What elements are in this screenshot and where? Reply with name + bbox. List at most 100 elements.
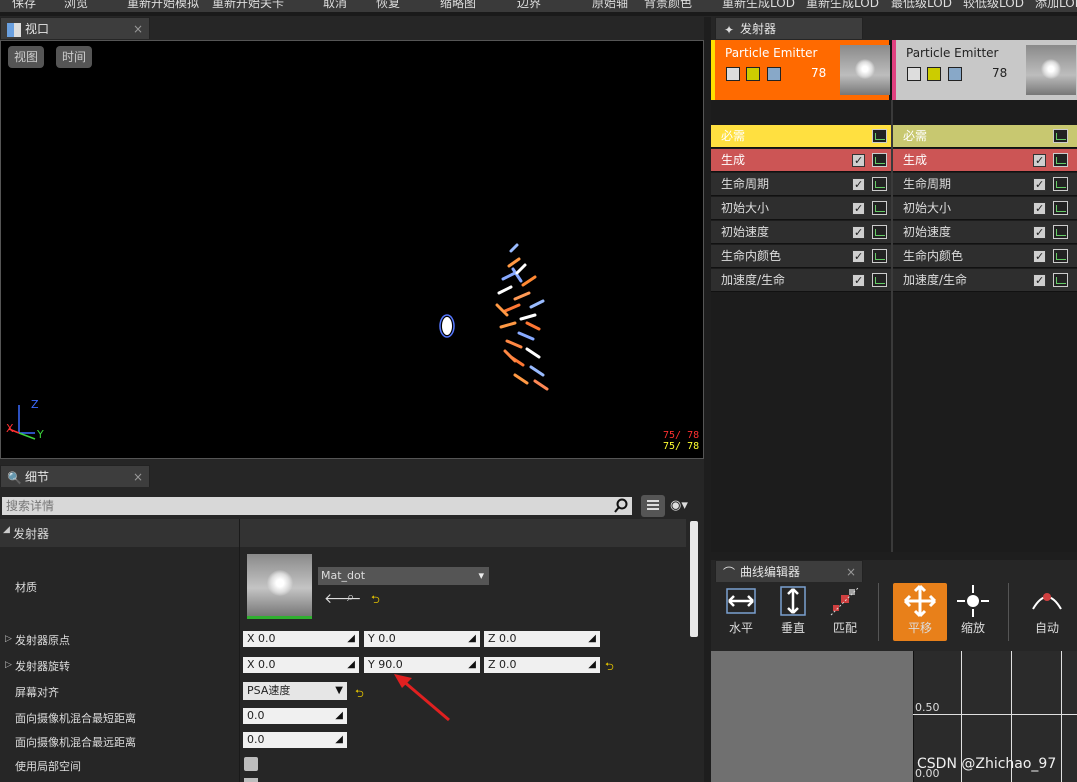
module-accel-over-life[interactable]: 加速度/生命 (711, 269, 891, 292)
module-initial-velocity[interactable]: 初始速度 (711, 221, 891, 244)
auto-button[interactable]: 自动 (1020, 583, 1074, 641)
tab-emitters[interactable]: ✦ 发射器 (715, 17, 863, 39)
toolbar-origin-axis[interactable]: 原始轴 (592, 0, 628, 11)
material-thumbnail[interactable] (247, 554, 312, 619)
solo-icon[interactable] (767, 67, 781, 81)
module-spawn[interactable]: 生成 (893, 149, 1077, 172)
module-checkbox[interactable] (852, 245, 865, 268)
module-checkbox[interactable] (1033, 173, 1046, 196)
module-initial-size[interactable]: 初始大小 (893, 197, 1077, 220)
eye-icon[interactable]: ◉▾ (670, 498, 688, 513)
browse-search-icon[interactable]: ⌕ (347, 590, 354, 605)
close-icon[interactable]: × (133, 18, 143, 40)
viewport[interactable]: 视图 时间 Z X Y 75/ 78 75/ 78 (0, 40, 704, 459)
origin-y-field[interactable]: Y 0.0 ◢ (364, 631, 480, 647)
emitter-card[interactable]: Particle Emitter 78 (711, 40, 890, 100)
render-mode-icon[interactable] (746, 67, 760, 81)
toolbar-regen-lod-1[interactable]: 重新生成LOD (722, 0, 795, 11)
graph-icon[interactable] (872, 129, 887, 143)
fit-vertical-button[interactable]: 垂直 (766, 583, 820, 641)
tab-details[interactable]: 🔍 细节 × (0, 465, 150, 487)
min-distance-field[interactable]: 0.0 ◢ (243, 708, 347, 724)
fit-button[interactable]: 匹配 (818, 583, 872, 641)
origin-x-field[interactable]: X 0.0 ◢ (243, 631, 359, 647)
graph-icon[interactable] (1053, 153, 1068, 167)
toolbar-bounds[interactable]: 边界 (517, 0, 541, 11)
solo-icon[interactable] (948, 67, 962, 81)
module-checkbox[interactable] (852, 269, 865, 292)
rotation-x-field[interactable]: X 0.0 ◢ (243, 657, 359, 673)
toolbar-regen-lod-2[interactable]: 重新生成LOD (806, 0, 879, 11)
module-initial-size[interactable]: 初始大小 (711, 197, 891, 220)
toolbar-restart-sim[interactable]: 重新开始模拟 (127, 0, 199, 11)
toolbar-lower-lod[interactable]: 较低级LOD (963, 0, 1024, 11)
toolbar-lowest-lod[interactable]: 最低级LOD (891, 0, 952, 11)
module-checkbox[interactable] (1033, 149, 1046, 172)
module-checkbox[interactable] (1033, 245, 1046, 268)
view-options-button[interactable] (641, 495, 665, 517)
zoom-button[interactable]: 缩放 (946, 583, 1000, 641)
enable-checkbox[interactable] (907, 67, 921, 81)
local-space-checkbox[interactable] (244, 757, 258, 771)
reset-icon[interactable]: ⮌ (605, 658, 614, 677)
module-checkbox[interactable] (1033, 197, 1046, 220)
module-color-over-life[interactable]: 生命内颜色 (893, 245, 1077, 268)
toolbar-restart-level[interactable]: 重新开始关卡 (212, 0, 284, 11)
view-button[interactable]: 视图 (8, 46, 45, 68)
module-required[interactable]: 必需 (893, 125, 1077, 148)
toolbar-save[interactable]: 保存 (12, 0, 36, 11)
screen-align-dropdown[interactable]: PSA速度 ▼ (243, 682, 347, 700)
module-lifetime[interactable]: 生命周期 (893, 173, 1077, 196)
toolbar-bg-color[interactable]: 背景颜色 (644, 0, 692, 11)
graph-icon[interactable] (872, 249, 887, 263)
vertical-splitter[interactable] (704, 17, 711, 782)
reset-icon[interactable]: ⮌ (355, 685, 364, 704)
collapse-arrow-icon[interactable]: ◢ (3, 525, 10, 535)
material-dropdown[interactable]: Mat_dot ▾ (318, 567, 489, 585)
pan-button[interactable]: 平移 (893, 583, 947, 641)
graph-icon[interactable] (1053, 249, 1068, 263)
graph-icon[interactable] (1053, 273, 1068, 287)
tab-curve-editor[interactable]: ⌒ 曲线编辑器 × (715, 560, 863, 582)
rotation-y-field[interactable]: Y 90.0 ◢ (364, 657, 480, 673)
graph-icon[interactable] (1053, 177, 1068, 191)
graph-icon[interactable] (872, 177, 887, 191)
next-checkbox[interactable] (244, 778, 258, 782)
details-scrollbar[interactable] (690, 521, 698, 637)
module-checkbox[interactable] (852, 173, 865, 196)
graph-icon[interactable] (872, 201, 887, 215)
horizontal-splitter[interactable] (711, 552, 1077, 560)
module-checkbox[interactable] (1033, 269, 1046, 292)
module-checkbox[interactable] (852, 149, 865, 172)
toolbar-undo[interactable]: 取消 (323, 0, 347, 11)
module-checkbox[interactable] (852, 197, 865, 220)
graph-icon[interactable] (872, 273, 887, 287)
module-checkbox[interactable] (1033, 221, 1046, 244)
enable-checkbox[interactable] (726, 67, 740, 81)
render-mode-icon[interactable] (927, 67, 941, 81)
max-distance-field[interactable]: 0.0 ◢ (243, 732, 347, 748)
close-icon[interactable]: × (846, 561, 856, 583)
search-icon[interactable] (613, 498, 629, 514)
toolbar-browse[interactable]: 浏览 (64, 0, 88, 11)
tab-viewport[interactable]: 视口 × (0, 17, 150, 39)
use-selected-arrow-icon[interactable]: 🡐 (324, 590, 362, 607)
toolbar-thumbnail[interactable]: 缩略图 (440, 0, 476, 11)
rotation-z-field[interactable]: Z 0.0 ◢ (484, 657, 600, 673)
toolbar-add-lod[interactable]: 添加LOD (1035, 0, 1077, 11)
module-lifetime[interactable]: 生命周期 (711, 173, 891, 196)
search-input[interactable]: 搜索详情 (2, 497, 632, 515)
fit-horizontal-button[interactable]: 水平 (714, 583, 768, 641)
section-header[interactable]: ◢ 发射器 (0, 519, 686, 547)
module-color-over-life[interactable]: 生命内颜色 (711, 245, 891, 268)
module-checkbox[interactable] (852, 221, 865, 244)
module-spawn[interactable]: 生成 (711, 149, 891, 172)
module-required[interactable]: 必需 (711, 125, 891, 148)
module-initial-velocity[interactable]: 初始速度 (893, 221, 1077, 244)
graph-icon[interactable] (1053, 225, 1068, 239)
reset-icon[interactable]: ⮌ (371, 591, 380, 610)
graph-icon[interactable] (1053, 201, 1068, 215)
expand-arrow-icon[interactable]: ▷ (5, 634, 12, 644)
origin-z-field[interactable]: Z 0.0 ◢ (484, 631, 600, 647)
time-button[interactable]: 时间 (56, 46, 93, 68)
